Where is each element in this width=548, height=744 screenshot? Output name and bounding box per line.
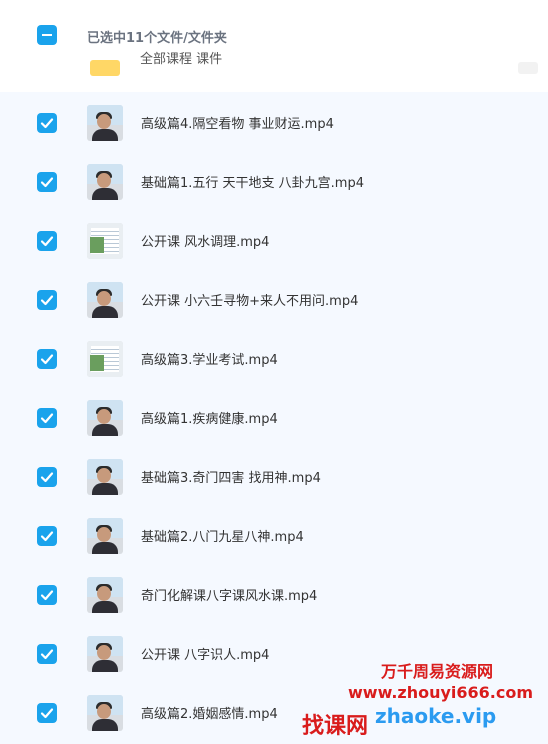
watermark-line-1: 万千周易资源网	[381, 662, 494, 681]
video-thumbnail	[87, 164, 123, 200]
partial-folder-row[interactable]: 全部课程 课件	[0, 50, 548, 80]
file-checkbox[interactable]	[37, 467, 57, 487]
watermark-line-4: zhaoke.vip	[375, 704, 497, 728]
checkmark-icon	[40, 354, 54, 365]
file-row[interactable]: 基础篇2.八门九星八神.mp4	[0, 505, 548, 564]
file-row[interactable]: 奇门化解课八字课风水课.mp4	[0, 564, 548, 623]
scrollbar-thumb[interactable]	[518, 62, 538, 74]
checkmark-icon	[40, 472, 54, 483]
watermark-line-2: www.zhouyi666.com	[348, 683, 534, 702]
video-thumbnail	[87, 341, 123, 377]
file-row[interactable]: 基础篇3.奇门四害 找用神.mp4	[0, 446, 548, 505]
video-thumbnail	[87, 577, 123, 613]
video-thumbnail	[87, 105, 123, 141]
file-checkbox[interactable]	[37, 231, 57, 251]
checkmark-icon	[40, 236, 54, 247]
file-row[interactable]: 公开课 风水调理.mp4	[0, 210, 548, 269]
video-thumbnail	[87, 400, 123, 436]
checkmark-icon	[40, 649, 54, 660]
file-checkbox[interactable]	[37, 172, 57, 192]
selection-count-label: 已选中11个文件/文件夹	[87, 31, 227, 46]
video-thumbnail	[87, 223, 123, 259]
file-name[interactable]: 奇门化解课八字课风水课.mp4	[141, 585, 317, 604]
file-list: 高级篇4.隔空看物 事业财运.mp4 基础篇1.五行 天干地支 八卦九宫.mp4 公…	[0, 92, 548, 744]
video-thumbnail	[87, 459, 123, 495]
file-name[interactable]: 高级篇1.疾病健康.mp4	[141, 408, 278, 427]
folder-icon	[90, 60, 120, 76]
file-checkbox[interactable]	[37, 408, 57, 428]
file-checkbox[interactable]	[37, 113, 57, 133]
file-row[interactable]: 基础篇1.五行 天干地支 八卦九宫.mp4	[0, 151, 548, 210]
minus-icon	[42, 34, 52, 36]
video-thumbnail	[87, 282, 123, 318]
select-all-checkbox[interactable]	[37, 25, 57, 45]
file-name[interactable]: 基础篇1.五行 天干地支 八卦九宫.mp4	[141, 172, 364, 191]
file-name[interactable]: 公开课 小六壬寻物+来人不用问.mp4	[141, 290, 358, 309]
partial-folder-name: 全部课程 课件	[140, 52, 223, 67]
checkmark-icon	[40, 413, 54, 424]
file-row[interactable]: 公开课 小六壬寻物+来人不用问.mp4	[0, 269, 548, 328]
file-checkbox[interactable]	[37, 349, 57, 369]
checkmark-icon	[40, 295, 54, 306]
file-name[interactable]: 公开课 风水调理.mp4	[141, 231, 269, 250]
file-checkbox[interactable]	[37, 290, 57, 310]
file-name[interactable]: 高级篇4.隔空看物 事业财运.mp4	[141, 113, 334, 132]
file-checkbox[interactable]	[37, 585, 57, 605]
file-name[interactable]: 基础篇3.奇门四害 找用神.mp4	[141, 467, 321, 486]
file-checkbox[interactable]	[37, 703, 57, 723]
checkmark-icon	[40, 118, 54, 129]
file-name[interactable]: 基础篇2.八门九星八神.mp4	[141, 526, 304, 545]
file-checkbox[interactable]	[37, 526, 57, 546]
video-thumbnail	[87, 695, 123, 731]
checkmark-icon	[40, 708, 54, 719]
checkmark-icon	[40, 177, 54, 188]
file-row[interactable]: 高级篇4.隔空看物 事业财运.mp4	[0, 92, 548, 151]
file-name[interactable]: 高级篇3.学业考试.mp4	[141, 349, 278, 368]
file-name[interactable]: 公开课 八字识人.mp4	[141, 644, 269, 663]
file-row[interactable]: 高级篇3.学业考试.mp4	[0, 328, 548, 387]
checkmark-icon	[40, 590, 54, 601]
video-thumbnail	[87, 518, 123, 554]
video-thumbnail	[87, 636, 123, 672]
checkmark-icon	[40, 531, 54, 542]
file-row[interactable]: 高级篇1.疾病健康.mp4	[0, 387, 548, 446]
file-name[interactable]: 高级篇2.婚姻感情.mp4	[141, 703, 278, 722]
watermark-line-3: 找课网	[302, 714, 369, 739]
file-checkbox[interactable]	[37, 644, 57, 664]
